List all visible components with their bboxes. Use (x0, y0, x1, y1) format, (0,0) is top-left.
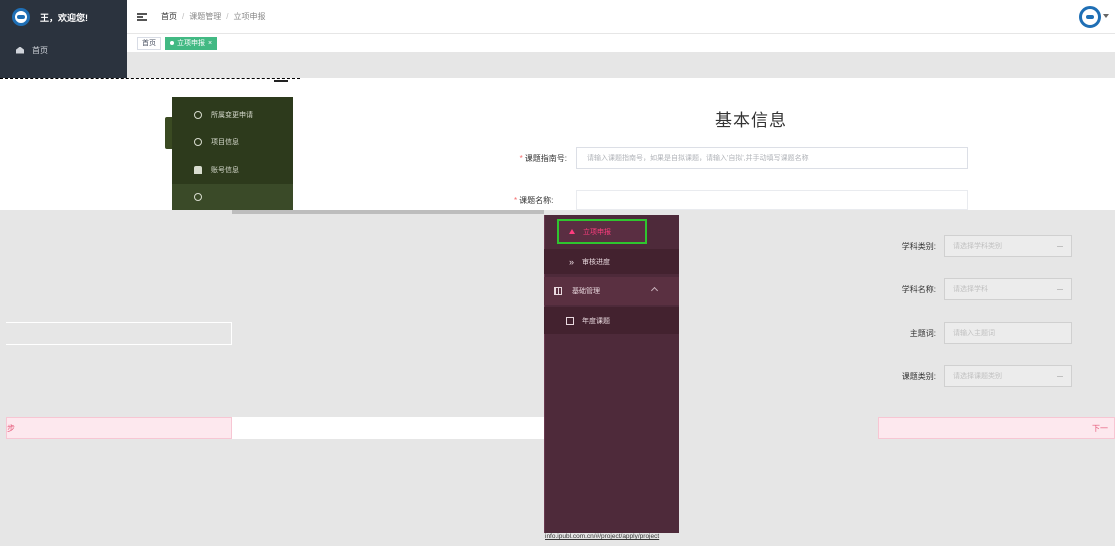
divider (232, 210, 544, 214)
sidebar-item-label: 首页 (32, 45, 48, 55)
grid-icon (554, 287, 562, 295)
menu-item-basic-management[interactable]: 基础管理 (544, 277, 679, 305)
menu-item-topic-management[interactable] (172, 184, 293, 210)
tag-home[interactable]: 首页 (137, 36, 161, 50)
subject-name-label: 学科名称: (901, 285, 936, 294)
divider (274, 80, 288, 82)
hamburger-icon[interactable] (137, 12, 147, 21)
button-gap (232, 417, 544, 439)
menu-item-year-topic[interactable]: 年度课题 (544, 307, 679, 334)
subject-category-select[interactable]: 请选择学科类别 (944, 235, 1072, 257)
guide-input[interactable]: 请输入课题指南号，如果是自拟课题，请输入'自拟',并手动填写课题名称 (576, 147, 968, 169)
topic-name-input[interactable] (576, 190, 968, 210)
drag-handle[interactable] (165, 117, 172, 149)
topic-category-select[interactable]: 请选择课题类别 (944, 365, 1072, 387)
user-icon (194, 165, 202, 174)
top-header: 首页 / 课题管理 / 立项申报 (127, 0, 1115, 34)
welcome-text: 王，欢迎您! (40, 12, 88, 23)
topic-name-label: * 课题名称: (514, 196, 554, 205)
clock-icon (194, 137, 202, 146)
menu-item-change-request[interactable]: 所属变更申请 (172, 101, 293, 128)
close-icon[interactable]: × (208, 38, 212, 49)
breadcrumb-current: 立项申报 (233, 12, 266, 21)
arrow-up-icon (569, 229, 575, 234)
menu-item-progress[interactable]: » 审核进度 (544, 249, 679, 274)
tag-apply[interactable]: 立项申报 × (165, 36, 218, 50)
chevron-down-icon (1057, 376, 1063, 377)
chevron-up-icon (650, 286, 659, 295)
form-field (6, 322, 232, 345)
topic-category-label: 课题类别: (901, 372, 936, 381)
sidebar-brand: 王，欢迎您! (0, 0, 127, 34)
sidebar-item-home[interactable]: 首页 (0, 38, 127, 62)
menu-item-account-info[interactable]: 账号信息 (172, 156, 293, 183)
tags-view: 首页 立项申报 × (127, 34, 1115, 53)
caret-down-icon[interactable] (1103, 14, 1109, 18)
active-dot-icon (170, 41, 174, 45)
logo-icon (12, 8, 30, 26)
prev-step-button[interactable]: 步 (6, 417, 232, 439)
copy-icon (566, 316, 574, 325)
keyword-input[interactable]: 请输入主题词 (944, 322, 1072, 344)
guide-label: * 课题指南号: (519, 154, 567, 163)
breadcrumb-home[interactable]: 首页 (161, 11, 177, 22)
breadcrumb-topic[interactable]: 课题管理 (189, 11, 221, 22)
avatar[interactable] (1079, 6, 1101, 28)
next-step-button[interactable]: 下一 (878, 417, 1115, 439)
divider (0, 78, 300, 79)
home-icon (16, 46, 24, 54)
subject-category-label: 学科类别: (901, 242, 936, 251)
double-chevron-right-icon: » (569, 256, 575, 267)
chevron-down-icon (1057, 289, 1063, 290)
chart-icon (194, 193, 202, 201)
refresh-icon (194, 110, 202, 119)
status-bar-url: info.ipubl.com.cn/#/project/apply/projec… (545, 533, 660, 540)
menu-item-apply[interactable]: 立项申报 (557, 219, 647, 244)
subject-name-select[interactable]: 请选择学科 (944, 278, 1072, 300)
keyword-label: 主题词: (909, 329, 936, 338)
chevron-down-icon (1057, 246, 1063, 247)
menu-item-project-info[interactable]: 项目信息 (172, 128, 293, 155)
form-title: 基本信息 (715, 111, 787, 130)
